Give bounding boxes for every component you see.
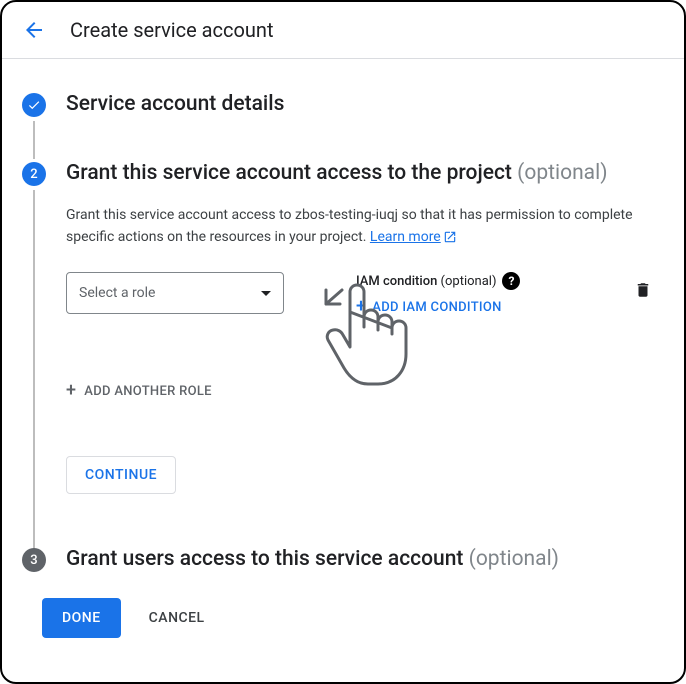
step-2-title: Grant this service account access to the… (66, 160, 664, 187)
done-button[interactable]: DONE (42, 598, 121, 638)
footer-actions: DONE CANCEL (22, 598, 664, 638)
learn-more-link[interactable]: Learn more (370, 226, 457, 248)
help-icon[interactable]: ? (502, 272, 520, 290)
step-3: 3 Grant users access to this service acc… (22, 546, 664, 573)
step-1-badge (22, 93, 46, 117)
cancel-button[interactable]: CANCEL (149, 610, 205, 626)
step-3-title: Grant users access to this service accou… (66, 546, 664, 573)
page-title: Create service account (70, 18, 274, 42)
iam-condition-label: IAM condition (optional) (356, 274, 496, 289)
check-icon (27, 98, 41, 112)
step-1-title: Service account details (66, 91, 664, 118)
add-another-role-button[interactable]: + ADD ANOTHER ROLE (66, 374, 212, 408)
step-connector (33, 121, 35, 159)
page-header: Create service account (2, 2, 684, 59)
step-3-badge: 3 (22, 548, 46, 572)
role-select[interactable]: Select a role (66, 272, 284, 314)
role-section: Select a role IAM condition (optional) ?… (66, 272, 664, 316)
role-select-placeholder: Select a role (79, 285, 155, 301)
delete-icon[interactable] (634, 280, 652, 300)
back-arrow-icon[interactable] (22, 18, 46, 42)
step-2: 2 Grant this service account access to t… (22, 160, 664, 522)
step-1: Service account details (22, 91, 664, 118)
wizard-content: Service account details 2 Grant this ser… (2, 59, 684, 658)
dropdown-icon (261, 291, 271, 296)
plus-icon: + (66, 382, 76, 400)
plus-icon: + (356, 298, 366, 316)
continue-button[interactable]: CONTINUE (66, 456, 176, 494)
add-iam-condition-button[interactable]: + ADD IAM CONDITION (356, 298, 520, 316)
step-2-description: Grant this service account access to zbo… (66, 204, 664, 249)
step-connector (33, 190, 35, 550)
iam-label-row: IAM condition (optional) ? (356, 272, 520, 290)
iam-condition-section: IAM condition (optional) ? + ADD IAM CON… (356, 272, 520, 316)
step-2-badge: 2 (22, 162, 46, 186)
external-link-icon (443, 230, 457, 244)
